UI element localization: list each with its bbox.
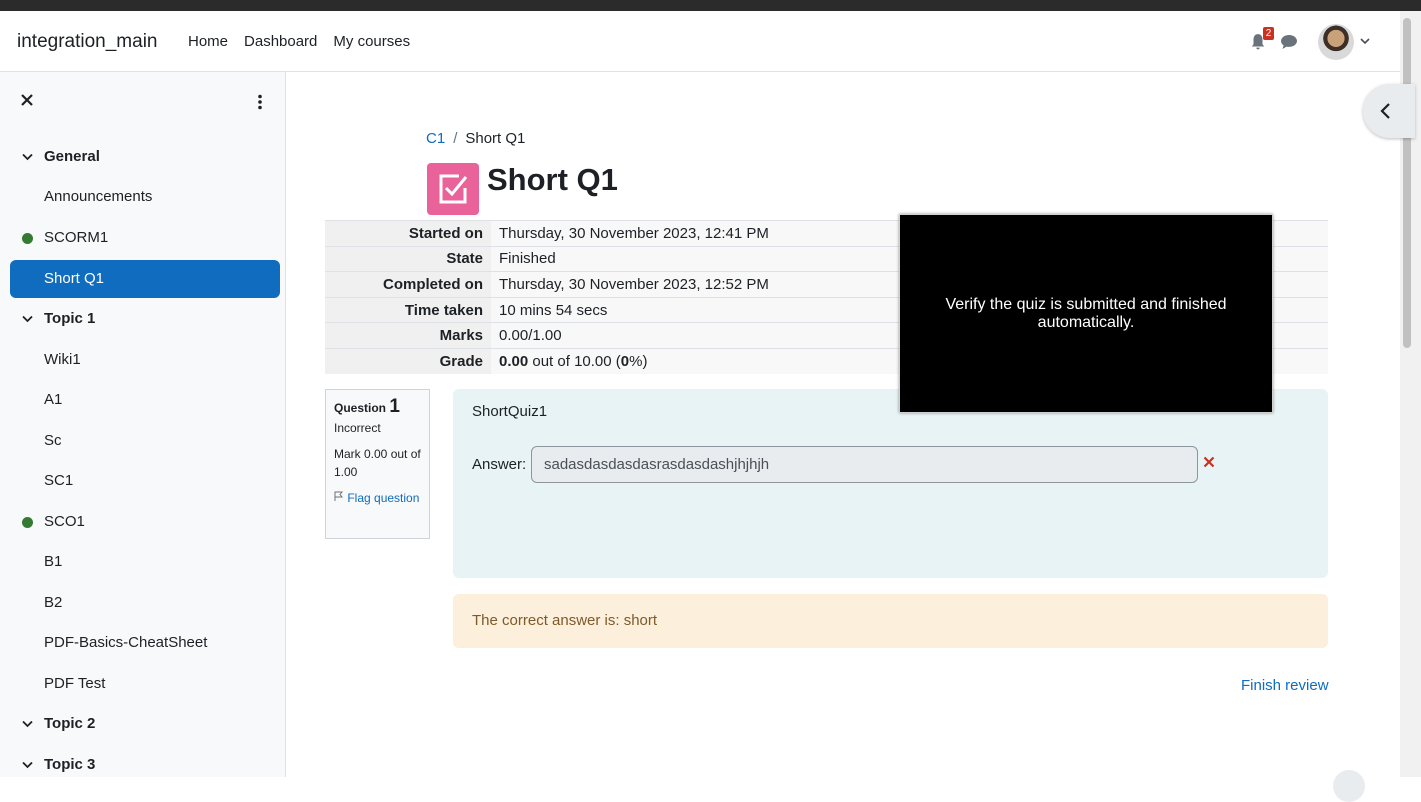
messages-icon[interactable] [1280,34,1298,50]
nav-item-label: Wiki1 [44,351,81,368]
user-avatar[interactable] [1318,24,1354,60]
grade-score: 0.00 [499,353,529,371]
chevron-down-icon[interactable] [22,761,33,769]
checkbox-icon [439,174,468,204]
incorrect-x-icon [1203,456,1215,468]
section-topic-1[interactable]: Topic 1 [10,300,280,338]
breadcrumb: C1 / Short Q1 [426,130,525,147]
site-name[interactable]: integration_main [17,31,157,53]
chevron-down-icon[interactable] [22,315,33,323]
close-icon[interactable] [20,93,34,107]
chevron-left-icon [1380,103,1390,119]
nav-item-label: Short Q1 [44,270,105,287]
nav-item-label: PDF Test [44,675,106,692]
question-content: ShortQuiz1 Answer: [453,389,1328,578]
section-general[interactable]: General [10,138,280,176]
nav-item-label: B2 [44,594,63,611]
activity-wiki1[interactable]: Wiki1 [10,341,280,379]
breadcrumb-current: Short Q1 [465,130,526,147]
activity-sco1[interactable]: SCO1 [10,503,280,541]
activity-sc[interactable]: Sc [10,422,280,460]
instruction-overlay: Verify the quiz is submitted and finishe… [899,214,1273,413]
grade-out-of: out of 10.00 ( [528,353,621,371]
flag-icon [334,491,344,501]
completion-dot-icon [22,517,33,528]
primary-nav: Home Dashboard My courses [188,33,410,50]
nav-item-label: General [44,148,100,165]
finish-review-link[interactable]: Finish review [1241,677,1329,694]
kebab-menu-icon[interactable] [257,94,263,110]
row-label: Time taken [325,297,491,323]
nav-item-label: SCO1 [44,513,85,530]
activity-b1[interactable]: B1 [10,543,280,581]
chevron-down-icon[interactable] [22,153,33,161]
question-text: ShortQuiz1 [472,403,548,420]
nav-item-label: B1 [44,553,63,570]
footer-help-button[interactable] [1333,770,1365,802]
nav-dashboard[interactable]: Dashboard [244,33,317,50]
breadcrumb-course-link[interactable]: C1 [426,130,445,147]
nav-item-label: Topic 1 [44,310,96,327]
chevron-down-icon[interactable] [1360,37,1370,45]
question-number: Question 1 [334,396,421,417]
activity-pdf-basics-cheatsheet[interactable]: PDF-Basics-CheatSheet [10,624,280,662]
chevron-down-icon[interactable] [22,720,33,728]
question-number-value: 1 [389,396,400,417]
nav-item-label: SC1 [44,472,74,489]
row-label: Started on [325,220,491,247]
question-info-box: Question 1 Incorrect Mark 0.00 out of 1.… [325,389,430,539]
row-label: State [325,246,491,272]
breadcrumb-separator: / [453,130,458,147]
notification-count-badge: 2 [1263,27,1274,40]
section-topic-2[interactable]: Topic 2 [10,705,280,743]
grade-percent: 0 [620,353,630,371]
activity-short-q1[interactable]: Short Q1 [10,260,280,298]
course-index-drawer: General Announcements SCORM1 Short Q1 Topic … [0,72,286,777]
block-drawer-toggle[interactable] [1363,84,1415,138]
section-topic-3[interactable]: Topic 3 [10,746,280,784]
nav-item-label: PDF-Basics-CheatSheet [44,634,208,651]
activity-scorm1[interactable]: SCORM1 [10,219,280,257]
grade-label: Grade [325,348,491,375]
activity-b2[interactable]: B2 [10,584,280,622]
nav-item-label: Announcements [44,188,153,205]
flag-question-link[interactable]: Flag question [334,489,421,507]
nav-item-label: SCORM1 [44,229,109,246]
nav-item-label: Sc [44,432,62,449]
correct-answer-feedback: The correct answer is: short [453,594,1328,648]
scrollbar-thumb[interactable] [1403,18,1411,348]
row-label: Completed on [325,271,491,298]
browser-top-strip [0,0,1421,11]
flag-question-label: Flag question [347,491,420,505]
question-mark: Mark 0.00 out of 1.00 [334,447,421,479]
row-label: Marks [325,322,491,349]
activity-sc1[interactable]: SC1 [10,462,280,500]
navbar: integration_main Home Dashboard My cours… [0,11,1400,72]
activity-a1[interactable]: A1 [10,381,280,419]
grade-end: %) [629,353,648,371]
nav-home[interactable]: Home [188,33,228,50]
question-state: Incorrect [334,421,381,435]
nav-item-label: Topic 3 [44,756,96,773]
activity-pdf-test[interactable]: PDF Test [10,665,280,703]
answer-label: Answer: [472,456,527,473]
answer-field[interactable] [531,446,1198,483]
nav-item-label: A1 [44,391,63,408]
quiz-activity-icon [427,163,479,215]
completion-dot-icon [22,233,33,244]
activity-announcements[interactable]: Announcements [10,178,280,216]
question-label: Question [334,401,387,415]
nav-my-courses[interactable]: My courses [333,33,410,50]
page-title: Short Q1 [487,162,618,197]
overlay-text: Verify the quiz is submitted and finishe… [945,295,1227,331]
nav-item-label: Topic 2 [44,715,96,732]
